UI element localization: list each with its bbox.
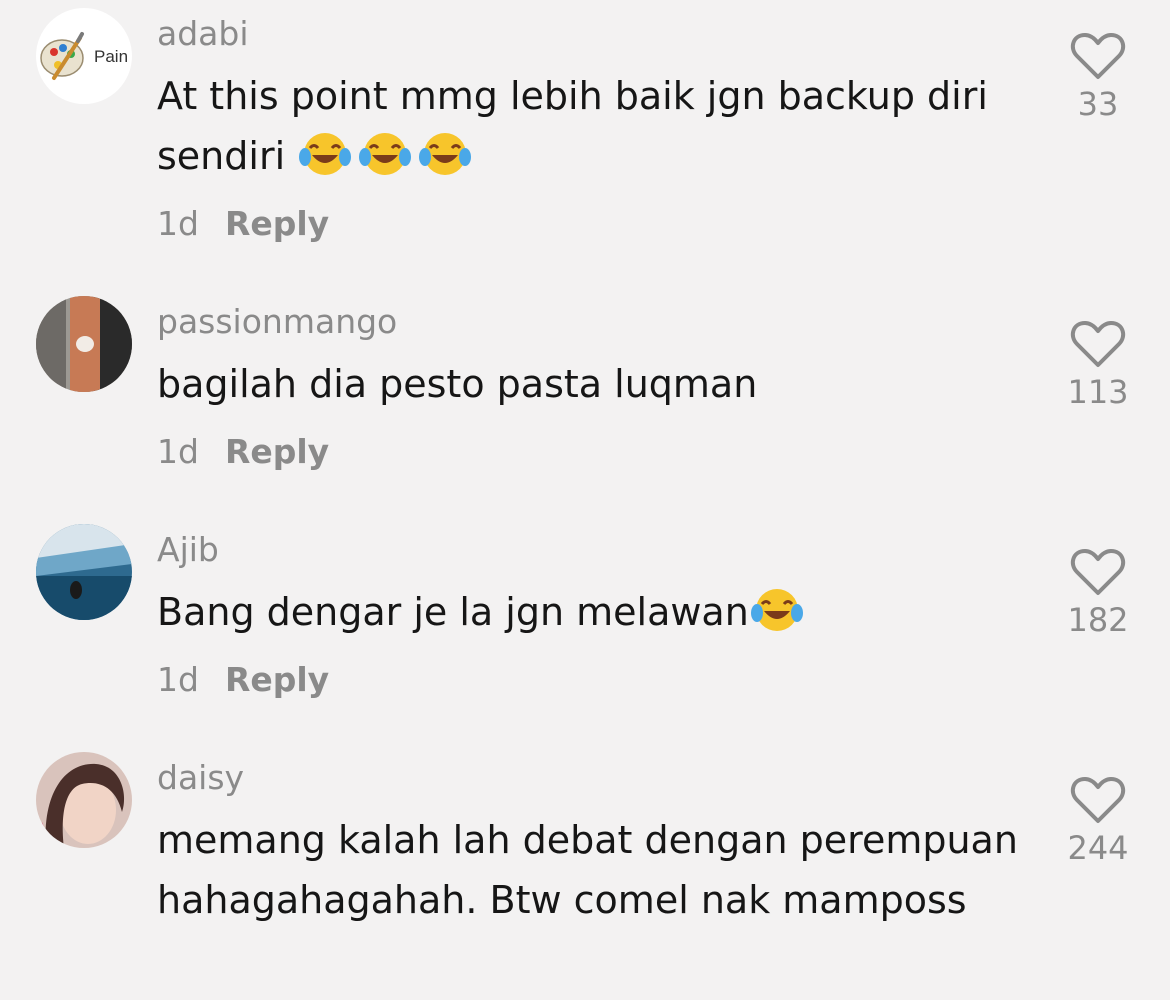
photo-avatar xyxy=(36,752,132,848)
like-button[interactable]: 244 xyxy=(1060,774,1136,868)
face-with-tears-of-joy-icon xyxy=(749,589,809,634)
comment-text-body: memang kalah lah debat dengan perempuan … xyxy=(157,818,1018,922)
photo-avatar xyxy=(36,524,132,620)
like-count: 33 xyxy=(1077,85,1119,123)
comment-text: Bang dengar je la jgn melawan xyxy=(157,582,1037,642)
avatar[interactable]: Pain xyxy=(36,8,132,104)
comment-text: bagilah dia pesto pasta luqman xyxy=(157,354,1037,414)
heart-outline-icon[interactable] xyxy=(1070,546,1126,598)
like-count: 113 xyxy=(1067,373,1129,411)
like-button[interactable]: 113 xyxy=(1060,318,1136,412)
comment-text-body: bagilah dia pesto pasta luqman xyxy=(157,362,758,406)
comment-username[interactable]: adabi xyxy=(157,14,249,54)
heart-outline-icon[interactable] xyxy=(1070,30,1126,82)
photo-avatar xyxy=(36,296,132,392)
reply-button[interactable]: Reply xyxy=(225,204,329,243)
comment-text: At this point mmg lebih baik jgn backup … xyxy=(157,66,1037,186)
face-with-tears-of-joy-icon xyxy=(297,133,477,178)
heart-outline-icon[interactable] xyxy=(1070,318,1126,370)
reply-button[interactable]: Reply xyxy=(225,432,329,471)
comment-username[interactable]: Ajib xyxy=(157,530,219,570)
comment-time: 1d xyxy=(157,432,199,471)
heart-outline-icon[interactable] xyxy=(1070,774,1126,826)
paint-palette-icon: Pain xyxy=(40,32,128,80)
comment-text-body: At this point mmg lebih baik jgn backup … xyxy=(157,74,988,178)
comment-time: 1d xyxy=(157,204,199,243)
like-count: 182 xyxy=(1067,601,1129,639)
comment-meta: 1d Reply xyxy=(157,204,329,244)
like-button[interactable]: 33 xyxy=(1060,30,1136,124)
comment-time: 1d xyxy=(157,660,199,699)
like-count: 244 xyxy=(1067,829,1129,867)
like-button[interactable]: 182 xyxy=(1060,546,1136,640)
comment-meta: 1d Reply xyxy=(157,432,329,472)
reply-button[interactable]: Reply xyxy=(225,660,329,699)
avatar[interactable] xyxy=(36,752,132,848)
comment-username[interactable]: passionmango xyxy=(157,302,397,342)
comment-text: memang kalah lah debat dengan perempuan … xyxy=(157,810,1037,930)
comment-username[interactable]: daisy xyxy=(157,758,244,798)
avatar-label: Pain xyxy=(94,47,128,66)
avatar[interactable] xyxy=(36,524,132,620)
avatar[interactable] xyxy=(36,296,132,392)
comment-meta: 1d Reply xyxy=(157,660,329,700)
comment-text-body: Bang dengar je la jgn melawan xyxy=(157,590,749,634)
